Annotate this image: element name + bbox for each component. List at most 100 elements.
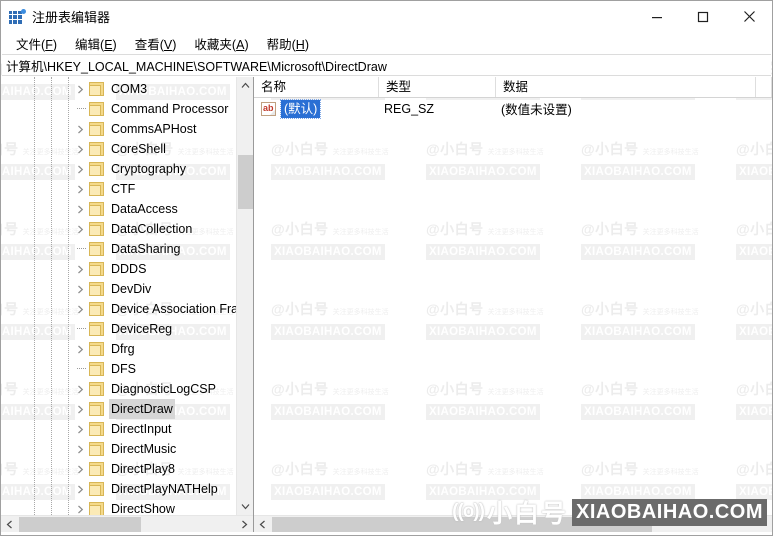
registry-tree[interactable]: COM3 Command Processor CommsAPHost CoreShel… bbox=[1, 77, 236, 515]
tree-item-label: DiagnosticLogCSP bbox=[111, 382, 216, 396]
tree-item-directshow[interactable]: DirectShow bbox=[1, 499, 236, 515]
chevron-right-icon bbox=[242, 520, 248, 528]
tree-item-label: DataCollection bbox=[111, 222, 193, 236]
tree-hscroll-thumb[interactable] bbox=[19, 517, 141, 532]
expand-chevron-icon[interactable] bbox=[73, 379, 87, 399]
menu-favorites[interactable]: 收藏夹(A) bbox=[185, 32, 257, 55]
folder-icon bbox=[89, 162, 104, 176]
tree-item-label: DataAccess bbox=[111, 202, 178, 216]
leaf-connector bbox=[77, 108, 86, 109]
folder-icon bbox=[89, 282, 104, 296]
values-horizontal-scrollbar[interactable] bbox=[254, 515, 772, 532]
menu-help-accel: H bbox=[295, 37, 305, 52]
value-name: (默认) bbox=[279, 98, 322, 119]
values-scroll-left-button[interactable] bbox=[254, 516, 271, 533]
tree-item-device-association-fra[interactable]: Device Association Fra bbox=[1, 299, 236, 319]
expand-chevron-icon[interactable] bbox=[73, 279, 87, 299]
tree-item-devdiv[interactable]: DevDiv bbox=[1, 279, 236, 299]
minimize-icon bbox=[652, 16, 662, 18]
folder-icon bbox=[89, 362, 104, 376]
expand-chevron-icon[interactable] bbox=[73, 219, 87, 239]
column-header-type[interactable]: 类型 bbox=[379, 77, 496, 97]
expand-chevron-icon[interactable] bbox=[73, 159, 87, 179]
tree-item-label: CTF bbox=[111, 182, 136, 196]
value-row[interactable]: ab (默认) REG_SZ (数值未设置) bbox=[254, 98, 772, 119]
tree-item-label: COM3 bbox=[111, 82, 148, 96]
expand-chevron-icon[interactable] bbox=[73, 439, 87, 459]
tree-item-datacollection[interactable]: DataCollection bbox=[1, 219, 236, 239]
column-header-name[interactable]: 名称 bbox=[254, 77, 379, 97]
tree-item-ddds[interactable]: DDDS bbox=[1, 259, 236, 279]
tree-item-directinput[interactable]: DirectInput bbox=[1, 419, 236, 439]
main-split: COM3 Command Processor CommsAPHost CoreShel… bbox=[1, 77, 772, 532]
expand-chevron-icon[interactable] bbox=[73, 179, 87, 199]
tree-item-devicereg[interactable]: DeviceReg bbox=[1, 319, 236, 339]
tree-item-directdraw[interactable]: DirectDraw bbox=[1, 399, 236, 419]
folder-icon bbox=[89, 262, 104, 276]
values-hscroll-thumb[interactable] bbox=[272, 517, 652, 532]
folder-icon bbox=[89, 102, 104, 116]
tree-item-dfrg[interactable]: Dfrg bbox=[1, 339, 236, 359]
tree-item-label: Command Processor bbox=[111, 102, 229, 116]
tree-scroll-down-button[interactable] bbox=[237, 498, 253, 515]
string-value-icon: ab bbox=[261, 101, 276, 116]
tree-item-label: DeviceReg bbox=[111, 322, 173, 336]
menu-view[interactable]: 查看(V) bbox=[126, 32, 186, 55]
close-button[interactable] bbox=[726, 1, 772, 32]
folder-icon bbox=[89, 202, 104, 216]
tree-scroll-thumb[interactable] bbox=[238, 155, 253, 209]
tree-item-command-processor[interactable]: Command Processor bbox=[1, 99, 236, 119]
tree-item-datasharing[interactable]: DataSharing bbox=[1, 239, 236, 259]
expand-chevron-icon[interactable] bbox=[73, 499, 87, 515]
maximize-button[interactable] bbox=[680, 1, 726, 32]
expand-chevron-icon[interactable] bbox=[73, 459, 87, 479]
tree-item-ctf[interactable]: CTF bbox=[1, 179, 236, 199]
tree-scroll-left-button[interactable] bbox=[1, 516, 18, 533]
tree-item-dataaccess[interactable]: DataAccess bbox=[1, 199, 236, 219]
menu-edit[interactable]: 编辑(E) bbox=[66, 32, 126, 55]
tree-item-dfs[interactable]: DFS bbox=[1, 359, 236, 379]
chevron-left-icon bbox=[6, 520, 12, 528]
menu-help-text: 帮助 bbox=[266, 37, 292, 52]
expand-chevron-icon[interactable] bbox=[73, 399, 87, 419]
folder-icon bbox=[89, 382, 104, 396]
window-title: 注册表编辑器 bbox=[32, 10, 111, 25]
expand-chevron-icon[interactable] bbox=[73, 479, 87, 499]
tree-horizontal-scrollbar[interactable] bbox=[1, 515, 253, 532]
menu-view-accel: V bbox=[163, 37, 173, 52]
minimize-button[interactable] bbox=[634, 1, 680, 32]
column-header-data[interactable]: 数据 bbox=[496, 77, 756, 97]
expand-chevron-icon[interactable] bbox=[73, 139, 87, 159]
folder-icon bbox=[89, 242, 104, 256]
tree-item-directmusic[interactable]: DirectMusic bbox=[1, 439, 236, 459]
expand-chevron-icon[interactable] bbox=[73, 419, 87, 439]
chevron-up-icon bbox=[241, 82, 249, 88]
folder-icon bbox=[89, 422, 104, 436]
expand-chevron-icon[interactable] bbox=[73, 299, 87, 319]
close-icon bbox=[743, 11, 755, 22]
expand-chevron-icon[interactable] bbox=[73, 259, 87, 279]
values-list[interactable]: ab (默认) REG_SZ (数值未设置) bbox=[254, 98, 772, 515]
tree-vertical-scrollbar[interactable] bbox=[236, 77, 253, 515]
tree-item-label: DataSharing bbox=[111, 242, 181, 256]
menu-bar: 文件(F) 编辑(E) 查看(V) 收藏夹(A) 帮助(H) bbox=[1, 32, 772, 54]
tree-item-cryptography[interactable]: Cryptography bbox=[1, 159, 236, 179]
expand-chevron-icon[interactable] bbox=[73, 79, 87, 99]
expand-chevron-icon[interactable] bbox=[73, 119, 87, 139]
tree-item-directplaynathelp[interactable]: DirectPlayNATHelp bbox=[1, 479, 236, 499]
menu-help[interactable]: 帮助(H) bbox=[258, 32, 318, 55]
tree-item-directplay8[interactable]: DirectPlay8 bbox=[1, 459, 236, 479]
expand-chevron-icon[interactable] bbox=[73, 199, 87, 219]
tree-scroll-right-button[interactable] bbox=[236, 516, 253, 533]
address-bar[interactable]: 计算机\HKEY_LOCAL_MACHINE\SOFTWARE\Microsof… bbox=[2, 54, 771, 76]
expand-chevron-icon[interactable] bbox=[73, 339, 87, 359]
tree-item-coreshell[interactable]: CoreShell bbox=[1, 139, 236, 159]
leaf-connector bbox=[77, 328, 86, 329]
menu-file[interactable]: 文件(F) bbox=[7, 32, 66, 55]
tree-item-com3[interactable]: COM3 bbox=[1, 79, 236, 99]
tree-item-commsaphost[interactable]: CommsAPHost bbox=[1, 119, 236, 139]
folder-icon bbox=[89, 222, 104, 236]
tree-item-label: DevDiv bbox=[111, 282, 152, 296]
tree-scroll-up-button[interactable] bbox=[237, 77, 253, 94]
tree-item-diagnosticlogcsp[interactable]: DiagnosticLogCSP bbox=[1, 379, 236, 399]
